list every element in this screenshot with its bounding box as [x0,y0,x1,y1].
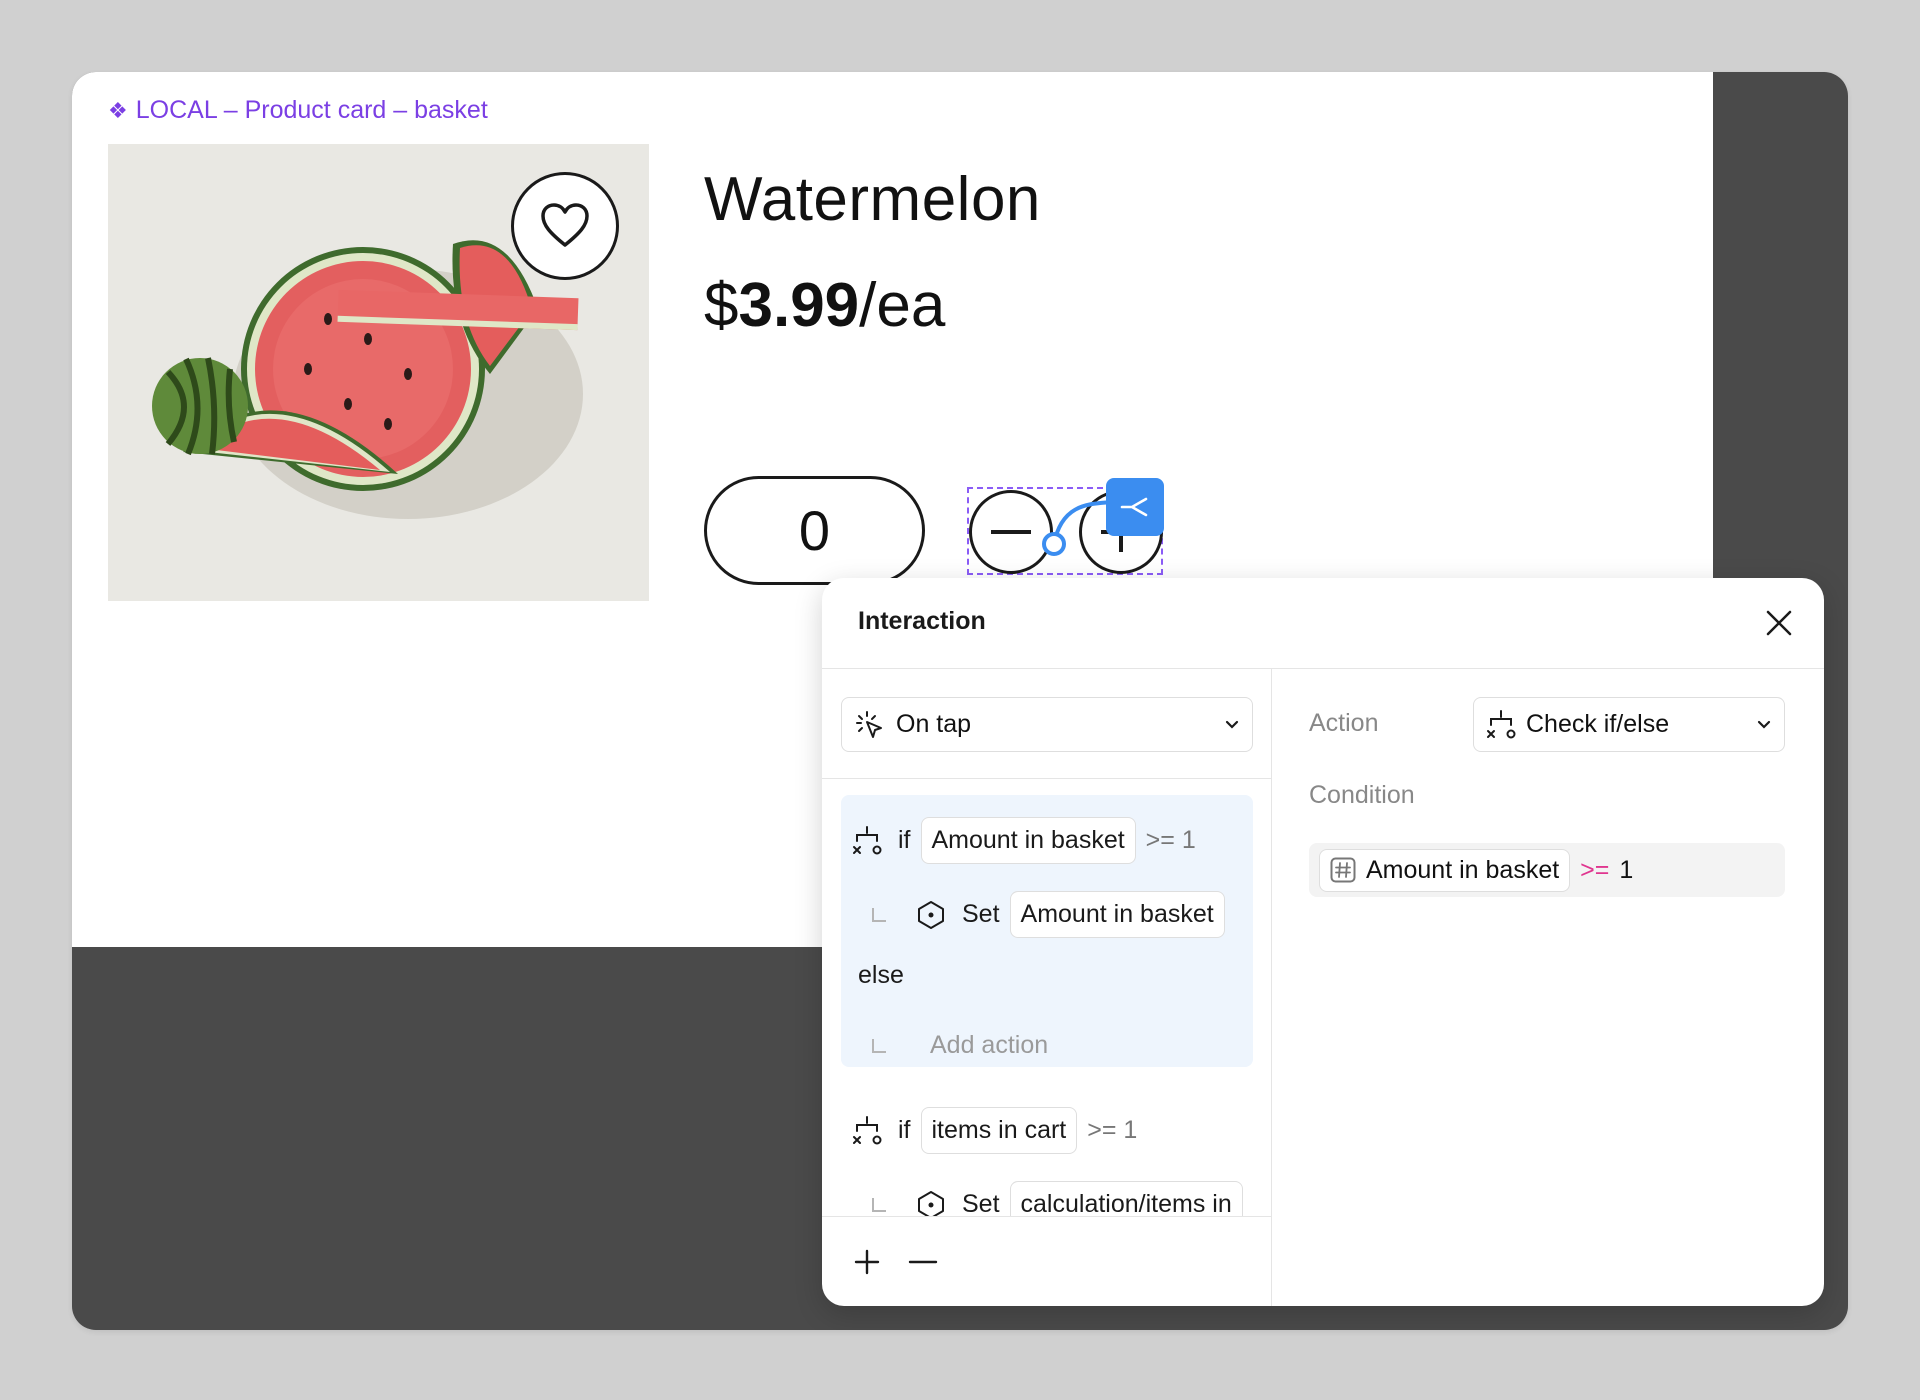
minus-icon [908,1260,938,1264]
action-value: Check if/else [1526,710,1670,738]
frame-label-text: LOCAL – Product card – basket [135,96,488,124]
product-name: Watermelon [704,165,1041,234]
interaction-list: if Amount in basket >= 1 Set Amount in b… [822,779,1271,1216]
trigger-label: On tap [896,710,972,738]
interaction-panel: Interaction On tap if Amount in basket >… [822,578,1824,1306]
condition-row-1[interactable]: if Amount in basket >= 1 [852,817,1196,864]
set-action-row-2[interactable]: Set calculation/items in [872,1181,1243,1216]
quantity-display[interactable]: 0 [704,476,925,585]
add-action-row[interactable]: Add action [872,1031,1048,1060]
nested-corner-icon [872,1038,886,1053]
product-image [108,144,649,601]
if-keyword: if [898,1116,911,1144]
price-symbol: $ [704,271,739,340]
price-unit: /ea [859,271,946,340]
plus-icon [854,1249,880,1275]
set-keyword: Set [962,1190,1000,1216]
set-variable-chip[interactable]: Amount in basket [1009,891,1225,938]
panel-divider [1271,669,1272,1306]
set-keyword: Set [962,900,1000,928]
operator-value: >= 1 [1145,826,1196,854]
variable-chip[interactable]: Amount in basket [920,817,1136,864]
condition-value[interactable]: 1 [1619,856,1633,885]
chevron-down-icon [1757,720,1771,729]
number-variable-icon [1330,857,1356,883]
set-variable-icon [918,1190,944,1216]
frame-label[interactable]: ❖ LOCAL – Product card – basket [108,96,488,125]
nested-corner-icon [872,907,886,922]
component-diamond-icon: ❖ [108,97,128,123]
action-label: Action [1309,709,1379,737]
panel-header: Interaction [822,578,1824,669]
panel-title: Interaction [858,607,986,635]
branch-badge[interactable] [1106,478,1164,536]
tap-cursor-icon [856,710,882,738]
action-select[interactable]: Check if/else [1473,697,1785,752]
add-interaction-button[interactable] [852,1247,882,1277]
chevron-down-icon [1225,720,1239,729]
app-window: ❖ LOCAL – Product card – basket Watermel… [72,72,1848,1330]
set-variable-icon [918,900,944,929]
set-action-row-1[interactable]: Set Amount in basket [872,891,1225,938]
if-else-icon [853,825,882,854]
if-else-icon [1487,709,1516,738]
condition-operator[interactable]: >= [1580,856,1609,885]
close-icon [1766,610,1792,636]
heart-icon [541,203,589,247]
close-button[interactable] [1764,608,1794,638]
condition-expression[interactable]: Amount in basket >= 1 [1309,843,1785,897]
variable-chip[interactable]: items in cart [920,1107,1078,1154]
list-footer [822,1216,1271,1306]
condition-label: Condition [1309,781,1415,809]
trigger-select[interactable]: On tap [841,697,1253,752]
if-keyword: if [898,826,911,854]
nested-corner-icon [872,1197,886,1212]
condition-row-2[interactable]: if items in cart >= 1 [852,1107,1137,1154]
remove-interaction-button[interactable] [908,1247,938,1277]
else-row: else [858,961,904,990]
branch-icon [1120,497,1148,517]
if-else-icon [853,1115,882,1144]
set-variable-chip[interactable]: calculation/items in [1009,1181,1243,1216]
add-action-placeholder: Add action [930,1031,1049,1059]
operator-value: >= 1 [1087,1116,1138,1144]
favorite-button[interactable] [511,172,619,280]
decrease-button[interactable] [969,490,1053,574]
else-keyword: else [858,961,904,989]
condition-variable-chip[interactable]: Amount in basket [1319,848,1571,892]
product-price: $3.99/ea [704,270,945,341]
condition-variable: Amount in basket [1366,855,1560,884]
minus-icon [991,530,1031,534]
price-amount: 3.99 [738,271,860,340]
